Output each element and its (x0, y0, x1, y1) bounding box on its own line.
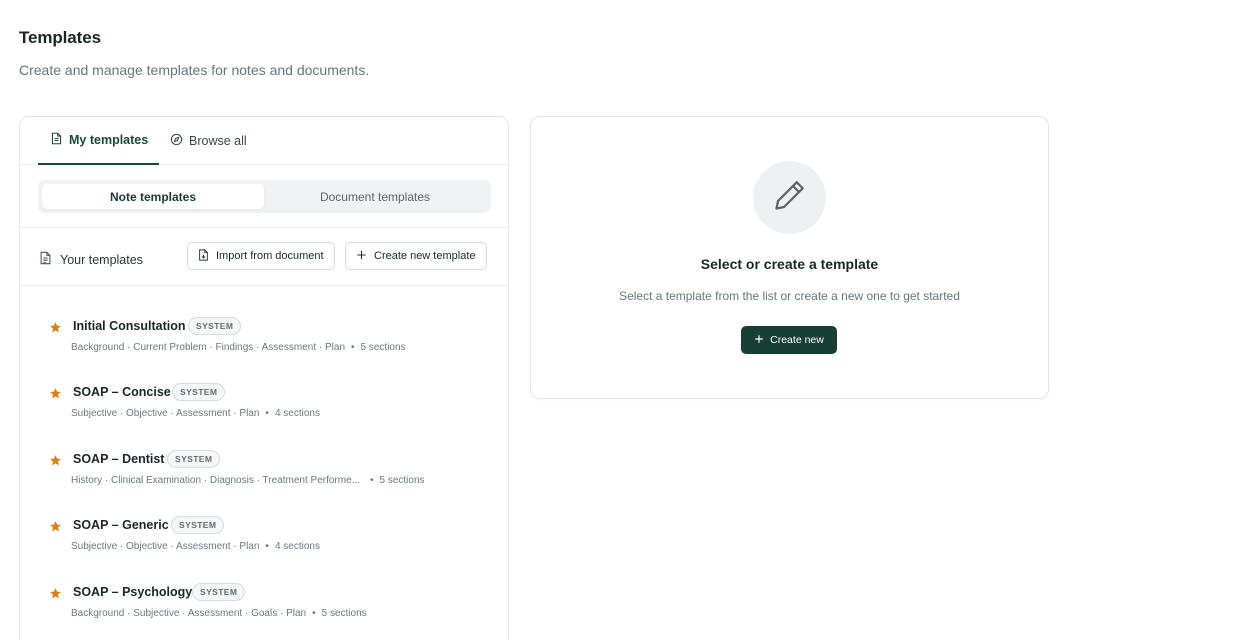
system-badge: SYSTEM (171, 516, 225, 534)
template-type-toggle: Note templates Document templates (38, 180, 491, 213)
template-item-initial-consultation[interactable]: Initial Consultation SYSTEM Background ·… (20, 317, 508, 368)
template-sections: Background · Current Problem · Findings … (71, 342, 406, 353)
section-list: Background · Subjective · Assessment · G… (71, 608, 307, 619)
tab-label: Browse all (189, 134, 247, 148)
separator-dot: • (265, 541, 269, 552)
create-new-label: Create new (770, 334, 824, 346)
template-name: SOAP – Concise (73, 385, 171, 399)
pencil-icon-circle (753, 161, 826, 234)
templates-panel: My templates Browse all Note templates D… (19, 116, 509, 640)
template-item-soap-generic[interactable]: SOAP – Generic SYSTEM Subjective · Objec… (20, 516, 508, 567)
import-label: Import from document (216, 250, 324, 262)
template-name: SOAP – Generic (73, 518, 169, 532)
pencil-icon (772, 177, 808, 218)
file-import-icon (198, 248, 209, 264)
import-from-document-button[interactable]: Import from document (187, 242, 335, 270)
your-templates-label: Your templates (39, 251, 143, 268)
create-new-template-button[interactable]: Create new template (345, 242, 487, 270)
page-title: Templates (19, 28, 101, 47)
template-sections: Subjective · Objective · Assessment · Pl… (71, 408, 320, 419)
star-icon (49, 387, 62, 400)
template-item-soap-dentist[interactable]: SOAP – Dentist SYSTEM History · Clinical… (20, 450, 508, 501)
system-badge: SYSTEM (167, 450, 221, 468)
section-count: 5 sections (321, 608, 367, 619)
tab-bar: My templates Browse all (20, 117, 508, 165)
section-count: 5 sections (360, 342, 406, 353)
star-icon (49, 520, 62, 533)
section-count: 5 sections (379, 475, 425, 486)
create-new-button[interactable]: Create new (741, 326, 837, 354)
empty-state-panel: Select or create a template Select a tem… (530, 116, 1049, 399)
template-name: SOAP – Psychology (73, 585, 193, 599)
template-item-soap-concise[interactable]: SOAP – Concise SYSTEM Subjective · Objec… (20, 383, 508, 434)
note-templates-toggle[interactable]: Note templates (42, 184, 264, 209)
section-list: History · Clinical Examination · Diagnos… (71, 475, 360, 486)
divider (20, 285, 508, 286)
empty-state-title: Select or create a template (700, 256, 879, 272)
template-item-soap-psychology[interactable]: SOAP – Psychology SYSTEM Background · Su… (20, 583, 508, 634)
your-templates-header: Your templates Import from document Crea… (20, 242, 508, 276)
document-templates-toggle[interactable]: Document templates (268, 184, 482, 209)
section-count: 4 sections (274, 541, 320, 552)
star-icon (49, 587, 62, 600)
separator-dot: • (351, 342, 355, 353)
page-subtitle: Create and manage templates for notes an… (19, 62, 370, 78)
your-templates-text: Your templates (60, 252, 143, 267)
file-icon (39, 251, 52, 268)
template-name: Initial Consultation (73, 319, 186, 333)
separator-dot: • (312, 608, 316, 619)
create-template-label: Create new template (374, 250, 476, 262)
star-icon (49, 321, 62, 334)
system-badge: SYSTEM (192, 583, 246, 601)
separator-dot: • (369, 475, 374, 486)
divider (20, 227, 508, 228)
template-sections: Background · Subjective · Assessment · G… (71, 608, 367, 619)
compass-icon (170, 133, 183, 149)
system-badge: SYSTEM (188, 317, 242, 335)
section-list: Subjective · Objective · Assessment · Pl… (71, 541, 260, 552)
tab-browse-all[interactable]: Browse all (170, 117, 247, 165)
document-icon (50, 132, 63, 148)
section-list: Background · Current Problem · Findings … (71, 342, 345, 353)
star-icon (49, 454, 62, 467)
section-list: Subjective · Objective · Assessment · Pl… (71, 408, 260, 419)
system-badge: SYSTEM (172, 383, 226, 401)
template-sections: History · Clinical Examination · Diagnos… (71, 475, 425, 486)
plus-icon (754, 334, 764, 347)
template-sections: Subjective · Objective · Assessment · Pl… (71, 541, 320, 552)
section-count: 4 sections (274, 408, 320, 419)
template-name: SOAP – Dentist (73, 452, 165, 466)
plus-icon (356, 249, 367, 264)
empty-state-description: Select a template from the list or creat… (619, 289, 960, 303)
tab-label: My templates (69, 133, 149, 147)
tab-my-templates[interactable]: My templates (38, 117, 160, 165)
separator-dot: • (265, 408, 269, 419)
